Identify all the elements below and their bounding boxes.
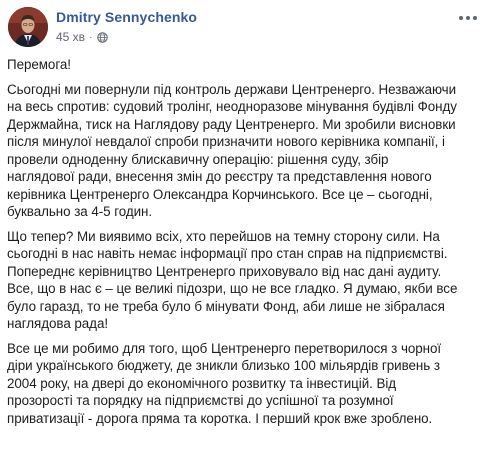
facebook-post: Dmitry Sennychenko 45 хв · Перемога! Сьог… <box>0 0 487 456</box>
post-text-line: було гаразд, то не треба було б мінувати… <box>7 298 445 314</box>
post-text-line: керівника Центренерго Олександра Корчинс… <box>7 186 433 202</box>
post-text-line: Все, що в нас є – це великі підозри, що … <box>7 281 458 296</box>
post-text-line: сьогодні в нас навіть немає інформації п… <box>7 246 448 261</box>
post-text-line: Держмайна, тиск на Наглядову раду Центре… <box>7 116 456 132</box>
more-options-dot <box>459 16 463 20</box>
post-paragraph: Перемога! <box>7 56 479 74</box>
post-text-line: Сьогодні ми повернули під контроль держа… <box>7 81 457 97</box>
post-text-line: Перемога! <box>7 57 71 72</box>
post-text: Перемога! Сьогодні ми повернули під контр… <box>7 56 479 434</box>
post-text-line: буквально за 4-5 годин. <box>7 204 153 219</box>
post-timestamp[interactable]: 45 хв <box>56 30 85 44</box>
more-options-dot <box>466 16 470 20</box>
avatar[interactable] <box>8 7 48 47</box>
post-meta: 45 хв · <box>56 30 109 44</box>
post-text-line: Що тепер? Ми виявимо всіх, хто перейшов … <box>7 228 440 244</box>
post-text-line: діри українського бюджету, де зникли бли… <box>7 358 440 373</box>
post-text-line: наглядової ради, внесення змін до реєстр… <box>7 169 432 184</box>
post-text-line: на весь спротив: судовий тролінг, неодно… <box>7 99 457 114</box>
author-name[interactable]: Dmitry Sennychenko <box>56 9 197 25</box>
post-paragraph: Все це ми робимо для того, щоб Центренер… <box>7 340 479 428</box>
more-options-dot <box>473 16 477 20</box>
post-text-line: провели одноденну блискавичну операцію: … <box>7 151 389 167</box>
post-paragraph: Що тепер? Ми виявимо всіх, хто перейшов … <box>7 228 479 333</box>
globe-icon[interactable] <box>97 31 109 43</box>
post-text-line: 2004 року, на двері до економічного розв… <box>7 375 397 391</box>
author-photo <box>8 7 48 47</box>
post-text-line: Все це ми робимо для того, щоб Центренер… <box>7 340 442 356</box>
post-text-line: приватизації - дорога пряма та коротка. … <box>7 410 433 426</box>
meta-separator: · <box>89 31 93 43</box>
post-text-line: наглядова рада! <box>7 316 109 331</box>
post-header: Dmitry Sennychenko 45 хв · <box>8 7 479 47</box>
post-text-line: після минулої невдалої спроби призначити… <box>7 134 445 149</box>
post-text-line: прозорості та порядку на підприємстві до… <box>7 393 394 408</box>
post-paragraph: Сьогодні ми повернули під контроль держа… <box>7 81 479 221</box>
post-text-line: Попереднє керівництво Центренерго прихов… <box>7 263 442 279</box>
more-options-icon[interactable] <box>459 13 477 23</box>
